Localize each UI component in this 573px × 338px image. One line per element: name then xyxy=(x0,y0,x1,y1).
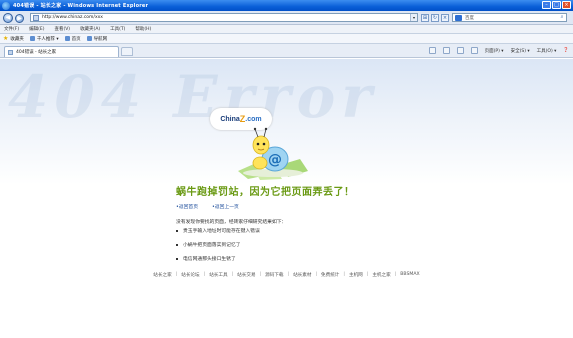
separator: | xyxy=(175,272,178,277)
back-previous-link[interactable]: •返回上一页 xyxy=(212,203,239,210)
close-button[interactable]: × xyxy=(562,1,571,9)
tab-row: 404错误 - 站长之家 页面(P) ▾ 安全(S) ▾ 工具(O) ▾ ❓ xyxy=(0,44,573,58)
bullet-icon xyxy=(176,243,178,246)
site-icon xyxy=(64,36,70,41)
window-controls: – □ × xyxy=(542,1,571,9)
reason-list: 贵玉手输入地址时可能存在键入错误 小蜗牛把页面落实到记忆了 电信网通那头接口生锈… xyxy=(176,227,260,269)
search-icon[interactable]: ⌕ xyxy=(558,14,566,21)
menu-help[interactable]: 帮助(H) xyxy=(135,26,151,32)
tab-label: 404错误 - 站长之家 xyxy=(16,50,57,55)
back-button[interactable]: ◀ xyxy=(3,13,13,23)
address-toolbar: ◀ ▶ http://www.chinaz.com/xxx ▾ ⊞ ↻ × 百度… xyxy=(0,11,573,25)
back-home-link[interactable]: •返回首页 xyxy=(176,203,198,210)
footer-link[interactable]: 站长工具 xyxy=(209,272,227,278)
list-item: 小蜗牛把页面落实到记忆了 xyxy=(176,241,260,248)
nav-links: •返回首页 •返回上一页 xyxy=(176,203,239,210)
separator: | xyxy=(394,272,397,277)
separator: | xyxy=(366,272,369,277)
feeds-icon[interactable] xyxy=(442,47,450,54)
window-title: 404错误 - 站长之家 - Windows Internet Explorer xyxy=(13,3,149,9)
title-bar: 404错误 - 站长之家 - Windows Internet Explorer… xyxy=(0,0,573,11)
svg-text:@: @ xyxy=(268,152,282,168)
favorites-label: 收藏夹 xyxy=(10,36,24,42)
forward-button[interactable]: ▶ xyxy=(15,13,24,23)
reason-text: 贵玉手输入地址时可能存在键入错误 xyxy=(183,229,260,234)
command-bar: 页面(P) ▾ 安全(S) ▾ 工具(O) ▾ ❓ xyxy=(428,47,569,54)
page-content: 404 Error China Z .com @ 蜗牛跑掉罚站，因为它把页面弄丢了！… xyxy=(0,59,573,338)
favorite-link-3[interactable]: 导航网 xyxy=(86,36,108,42)
help-icon[interactable]: ❓ xyxy=(563,48,569,53)
footer-link[interactable]: BBSMAX xyxy=(400,272,419,278)
footer-link[interactable]: 站长交易 xyxy=(237,272,255,278)
list-item: 贵玉手输入地址时可能存在键入错误 xyxy=(176,227,260,234)
site-icon xyxy=(29,36,35,41)
logo-china: China xyxy=(220,115,240,123)
snail-mascot-illustration: @ xyxy=(238,127,308,180)
footer-links: 站长之家 | 站长论坛 | 站长工具 | 站长交易 | 源码下载 | 站长素材 | 免费统计… xyxy=(0,272,573,278)
internet-explorer-icon xyxy=(2,1,10,10)
search-placeholder: 百度 xyxy=(465,15,474,21)
page-icon xyxy=(8,49,13,55)
tab-active[interactable]: 404错误 - 站长之家 xyxy=(4,46,119,57)
bullet-icon xyxy=(176,257,178,260)
new-tab-button[interactable] xyxy=(121,47,133,56)
logo-com: .com xyxy=(245,115,262,123)
footer-link[interactable]: 站长之家 xyxy=(153,272,171,278)
watermark-404: 404 Error xyxy=(8,63,378,131)
explanation-text: 没有发现你要找的页面，经砖家仔细研究结果如下： xyxy=(176,220,287,225)
favorites-button[interactable]: ★ 收藏夹 xyxy=(3,35,24,42)
separator: | xyxy=(287,272,290,277)
favorite-link-2[interactable]: 首页 xyxy=(64,36,81,42)
footer-link[interactable]: 免费统计 xyxy=(321,272,339,278)
list-item: 电信网通那头接口生锈了 xyxy=(176,255,260,262)
footer-link[interactable]: 站长素材 xyxy=(293,272,311,278)
footer-link[interactable]: 站长论坛 xyxy=(181,272,199,278)
mail-icon[interactable] xyxy=(456,47,464,54)
address-bar[interactable]: http://www.chinaz.com/xxx ▾ xyxy=(30,13,418,22)
stop-icon[interactable]: × xyxy=(441,14,449,22)
reason-text: 电信网通那头接口生锈了 xyxy=(183,257,236,262)
separator: | xyxy=(231,272,234,277)
maximize-button[interactable]: □ xyxy=(552,1,561,9)
favorite-link-label: 首页 xyxy=(71,36,81,42)
menu-view[interactable]: 查看(V) xyxy=(54,26,70,32)
refresh-icon[interactable]: ↻ xyxy=(431,14,439,22)
favorite-link-1[interactable]: 千人推荐 ▾ xyxy=(29,36,59,42)
search-box[interactable]: 百度 ⌕ xyxy=(452,13,567,22)
star-icon: ★ xyxy=(3,35,9,42)
menu-favorites[interactable]: 收藏夹(A) xyxy=(80,26,100,32)
footer-link[interactable]: 主机网 xyxy=(349,272,363,278)
site-icon xyxy=(86,36,92,41)
menu-edit[interactable]: 编辑(E) xyxy=(29,26,44,32)
address-dropdown-icon[interactable]: ▾ xyxy=(410,14,417,21)
page-icon xyxy=(33,14,39,21)
reason-text: 小蜗牛把页面落实到记忆了 xyxy=(183,243,241,248)
footer-link[interactable]: 源码下载 xyxy=(265,272,283,278)
separator: | xyxy=(343,272,345,277)
separator: | xyxy=(259,272,262,277)
compatibility-icon[interactable]: ⊞ xyxy=(421,14,429,22)
search-provider-icon xyxy=(455,14,462,21)
page-menu[interactable]: 页面(P) ▾ xyxy=(485,48,504,54)
address-tools: ⊞ ↻ × xyxy=(421,14,449,22)
menu-bar: 文件(F) 编辑(E) 查看(V) 收藏夹(A) 工具(T) 帮助(H) xyxy=(0,25,573,34)
home-icon[interactable] xyxy=(428,47,436,54)
error-headline: 蜗牛跑掉罚站，因为它把页面弄丢了！ xyxy=(176,187,355,198)
safety-menu[interactable]: 安全(S) ▾ xyxy=(511,48,530,54)
favorites-bar: ★ 收藏夹 千人推荐 ▾ 首页 导航网 xyxy=(0,34,573,44)
menu-file[interactable]: 文件(F) xyxy=(4,26,19,32)
address-url: http://www.chinaz.com/xxx xyxy=(42,15,103,20)
footer-link[interactable]: 主机之家 xyxy=(372,272,390,278)
minimize-button[interactable]: – xyxy=(542,1,551,9)
separator: | xyxy=(315,272,318,277)
tools-menu[interactable]: 工具(O) ▾ xyxy=(537,48,557,54)
favorite-link-label: 千人推荐 ▾ xyxy=(36,36,59,42)
separator: | xyxy=(203,272,206,277)
favorite-link-label: 导航网 xyxy=(93,36,108,42)
menu-tools[interactable]: 工具(T) xyxy=(110,26,125,32)
print-icon[interactable] xyxy=(470,47,478,54)
bullet-icon xyxy=(176,229,178,232)
